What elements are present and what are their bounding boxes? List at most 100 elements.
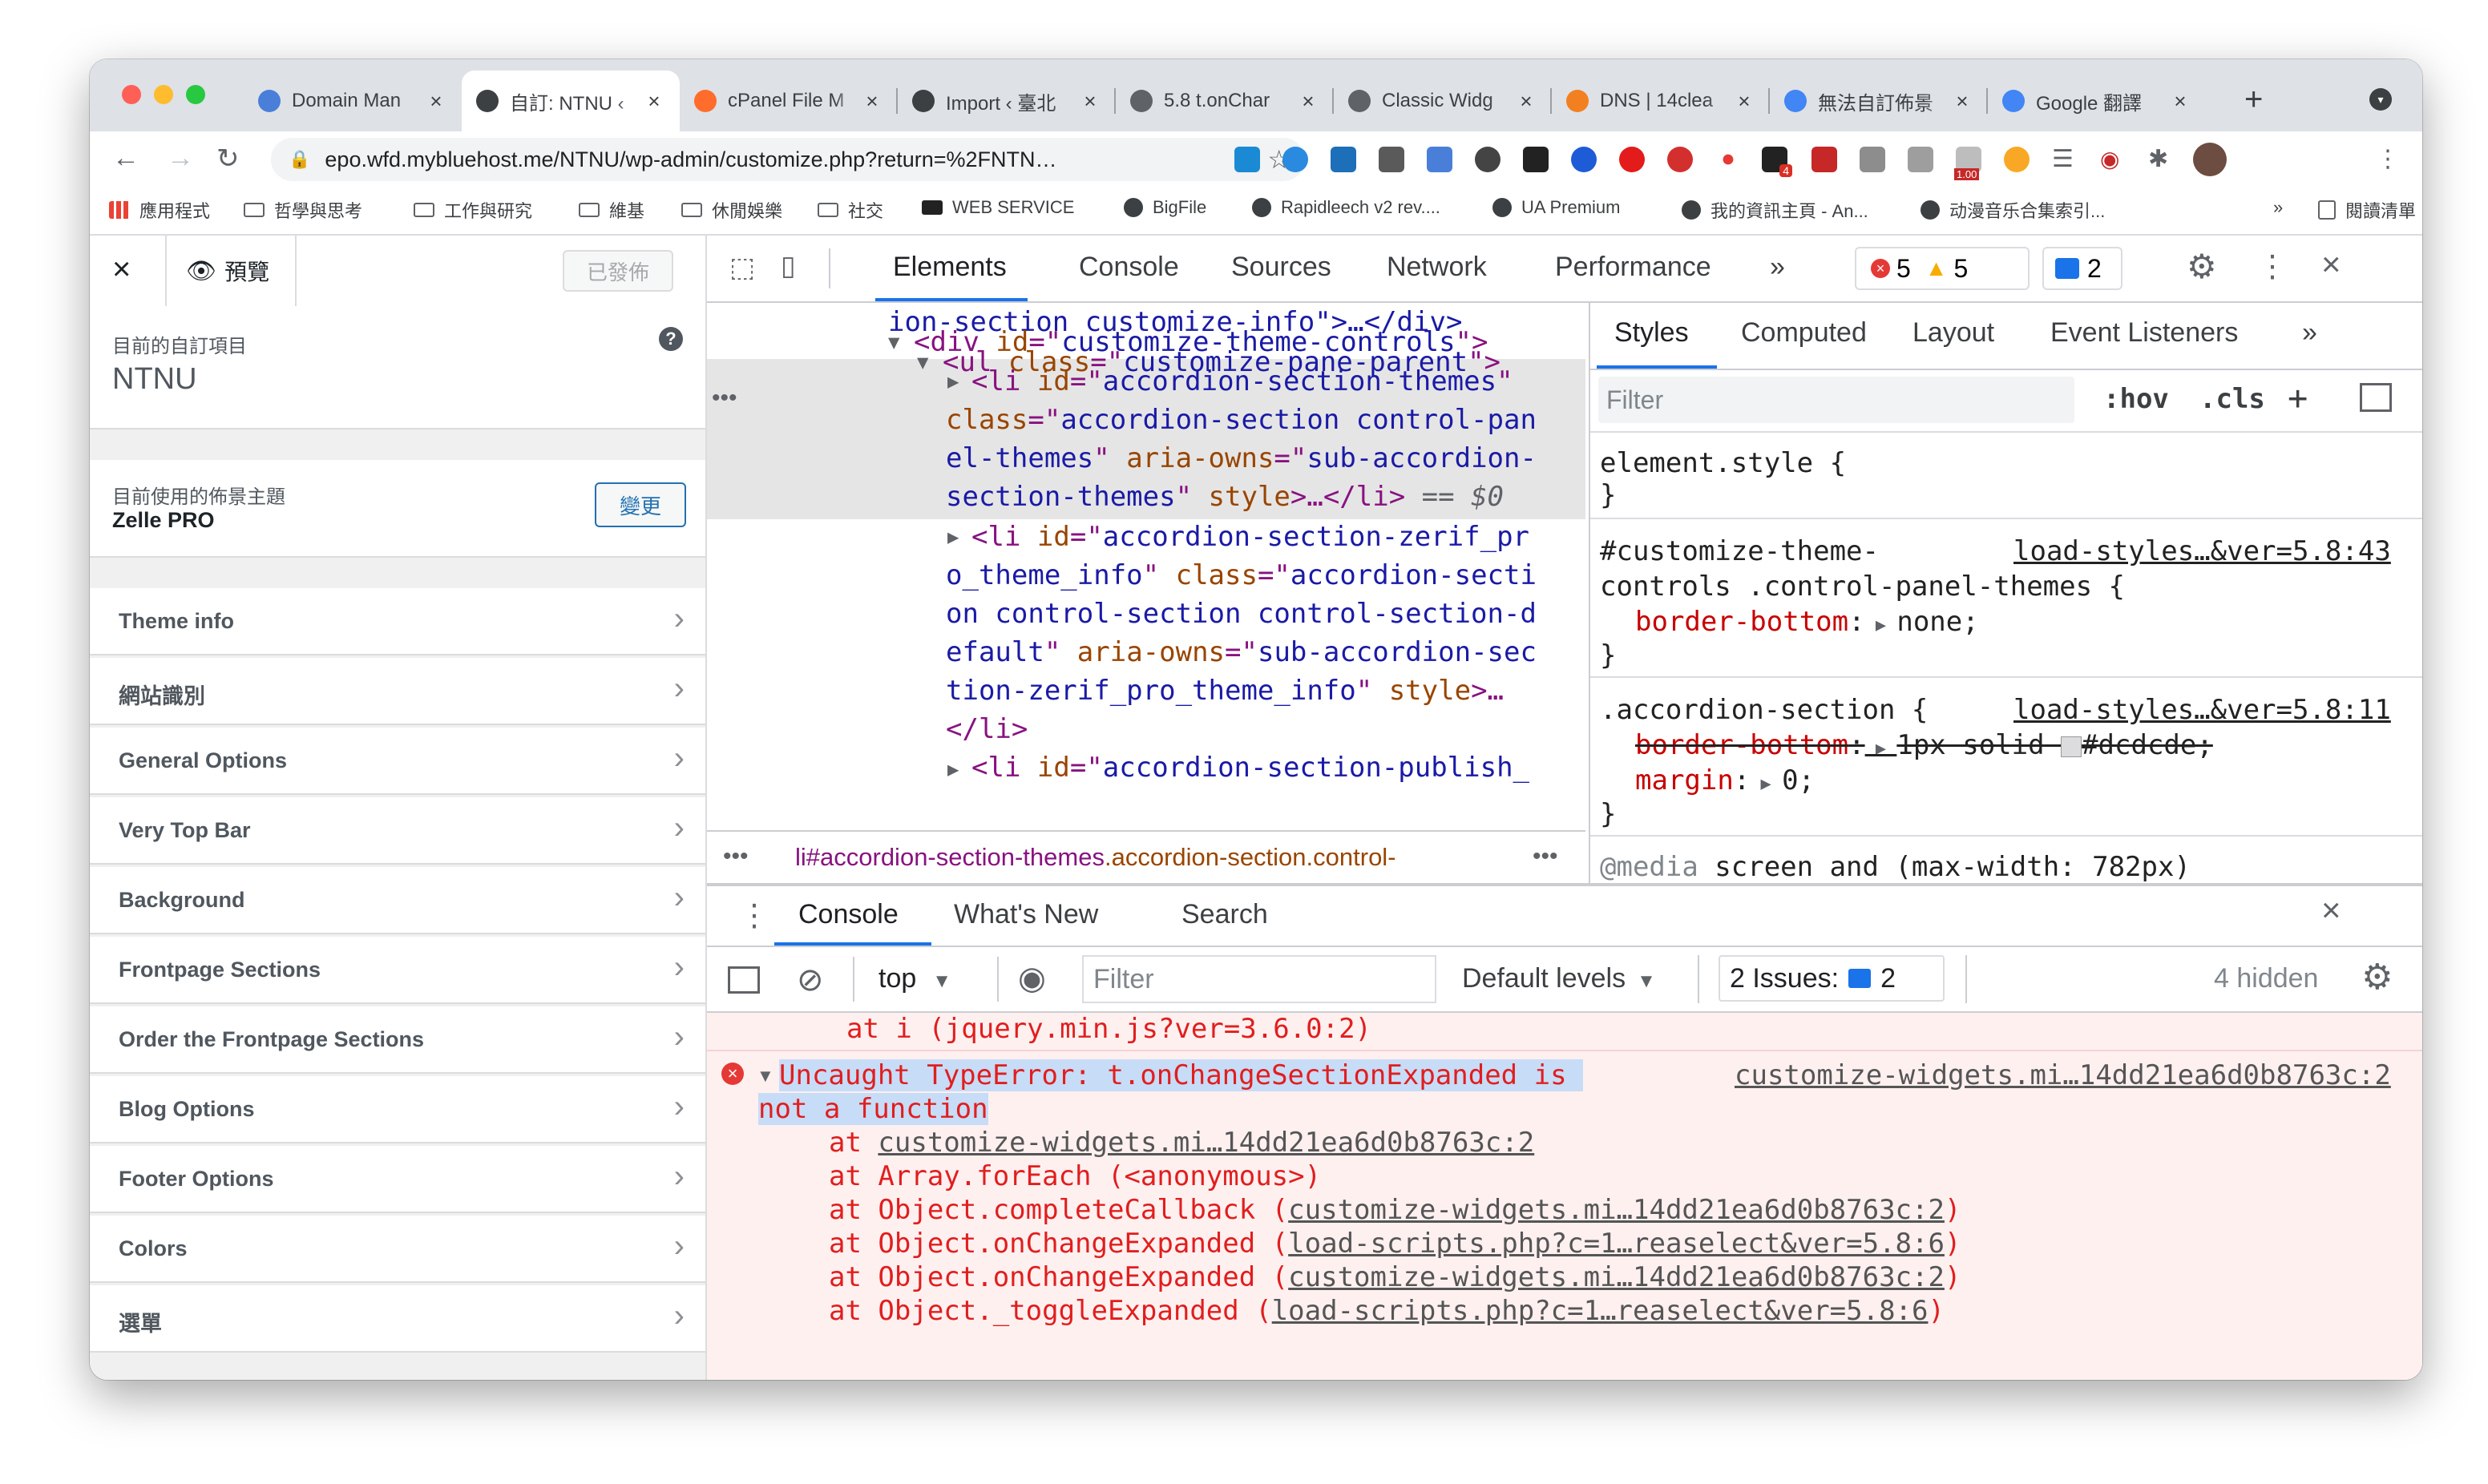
more-options-icon[interactable]: ⋮	[2257, 248, 2288, 284]
stack-link[interactable]: customize-widgets.mi…14dd21ea6d0b8763c:2	[878, 1127, 1534, 1159]
list-icon[interactable]: ☰	[2052, 147, 2078, 172]
style-declaration[interactable]: border-bottom: ▶ none;	[1635, 606, 1979, 638]
tab-styles[interactable]: Styles	[1614, 317, 1689, 349]
preview-toggle[interactable]: 👁 預覽	[186, 255, 269, 287]
shield-extension-icon[interactable]	[1811, 147, 1837, 172]
error-source-link[interactable]: customize-widgets.mi…14dd21ea6d0b8763c:2	[1735, 1059, 2391, 1091]
dom-line[interactable]: on control-section control-section-d	[946, 595, 1537, 634]
tab-close-icon[interactable]: ×	[643, 89, 665, 114]
console-settings-gear-icon[interactable]: ⚙	[2361, 957, 2393, 998]
tab-close-icon[interactable]: ×	[2169, 89, 2191, 114]
help-icon[interactable]: ?	[659, 327, 683, 351]
styles-filter-input[interactable]: Filter	[1598, 377, 2074, 423]
mail-extension-icon[interactable]: 4	[1762, 147, 1792, 177]
dom-line[interactable]: <li id="accordion-section-publish_	[971, 748, 1529, 788]
customizer-section-item[interactable]: 選單 ›	[90, 1285, 705, 1353]
customizer-section-item[interactable]: Frontpage Sections ›	[90, 937, 705, 1004]
more-tabs-icon[interactable]: »	[2302, 317, 2317, 349]
dom-line-selected[interactable]: <li id="accordion-section-themes"	[971, 362, 1513, 401]
context-selector[interactable]: top ▼	[878, 963, 951, 994]
error-message[interactable]: not a function	[758, 1093, 988, 1125]
customizer-section-item[interactable]: 網站識別 ›	[90, 658, 705, 725]
record-icon[interactable]	[1723, 154, 1734, 165]
bookmark-item[interactable]: 社交	[818, 197, 883, 223]
style-declaration[interactable]: margin: ▶ 0;	[1635, 764, 1815, 796]
bookmark-item[interactable]: 动漫音乐合集索引...	[1921, 197, 2105, 223]
breadcrumb-more-icon[interactable]: •••	[1533, 843, 1558, 870]
browser-tab[interactable]: cPanel File M ×	[680, 71, 898, 131]
tab-close-icon[interactable]: ×	[861, 89, 883, 114]
sidebar-toggle-icon[interactable]	[728, 966, 760, 994]
extension-icon[interactable]	[1234, 147, 1260, 172]
reload-icon[interactable]: ↻	[216, 143, 240, 175]
customizer-section-item[interactable]: Footer Options ›	[90, 1146, 705, 1213]
address-bar[interactable]: 🔒 epo.wfd.mybluehost.me/NTNU/wp-admin/cu…	[271, 138, 1305, 181]
image-extension-icon[interactable]	[1860, 147, 1885, 172]
customizer-section-item[interactable]: Colors ›	[90, 1216, 705, 1283]
style-selector[interactable]: element.style {	[1600, 447, 1846, 479]
bookmark-item[interactable]: 哲學與思考	[244, 197, 362, 223]
clear-console-icon[interactable]: ⊘	[797, 962, 824, 998]
translate-extension-icon[interactable]	[1427, 147, 1452, 172]
tab-close-icon[interactable]: ×	[1733, 89, 1755, 114]
tab-close-icon[interactable]: ×	[1951, 89, 1973, 114]
minimize-window-button[interactable]	[154, 85, 173, 104]
browser-tab[interactable]: Classic Widg ×	[1334, 71, 1552, 131]
issues-counter[interactable]: 2	[2042, 247, 2122, 290]
close-drawer-icon[interactable]: ×	[2321, 891, 2341, 930]
dom-line[interactable]: </li>	[946, 710, 1028, 749]
browser-tab[interactable]: 5.8 t.onChar ×	[1116, 71, 1334, 131]
browser-tab[interactable]: Import ‹ 臺北 ×	[898, 71, 1116, 131]
puzzle-icon[interactable]: ✱	[2148, 147, 2174, 172]
bookmark-item[interactable]: 休閒娛樂	[681, 197, 782, 223]
style-source-link[interactable]: load-styles…&ver=5.8:43	[2013, 535, 2391, 567]
bookmarks-more-button[interactable]: »	[2273, 197, 2283, 218]
collapse-arrow-icon[interactable]: ▶	[947, 750, 959, 789]
tab-close-icon[interactable]: ×	[1297, 89, 1319, 114]
expand-arrow-icon[interactable]: ▼	[757, 1066, 774, 1087]
stack-link[interactable]: customize-widgets.mi…14dd21ea6d0b8763c:2	[1288, 1261, 1945, 1293]
reading-list-button[interactable]: 閱讀清單	[2318, 197, 2416, 223]
drawer-tab-console[interactable]: Console	[798, 899, 899, 930]
dom-line-selected[interactable]: class="accordion-section control-pan	[946, 401, 1537, 440]
back-icon[interactable]: ←	[112, 143, 139, 174]
avatar[interactable]	[2193, 143, 2227, 176]
issues-button[interactable]: 2 Issues: 2	[1719, 955, 1945, 1002]
extension-icon[interactable]	[1379, 147, 1404, 172]
customizer-section-item[interactable]: Background ›	[90, 867, 705, 934]
dom-line[interactable]: o_theme_info" class="accordion-secti	[946, 556, 1537, 595]
forward-icon[interactable]: →	[167, 143, 194, 174]
tab-sources[interactable]: Sources	[1231, 252, 1331, 283]
cls-toggle[interactable]: .cls	[2199, 383, 2265, 415]
bookmark-item[interactable]: BigFile	[1124, 197, 1206, 218]
style-selector[interactable]: #customize-theme-	[1600, 535, 1879, 567]
more-tabs-icon[interactable]: »	[1770, 252, 1785, 283]
opera-extension-icon[interactable]	[1619, 147, 1645, 172]
tab-close-icon[interactable]: ×	[425, 89, 447, 114]
close-window-button[interactable]	[122, 85, 141, 104]
browser-tab[interactable]: DNS | 14clea ×	[1552, 71, 1770, 131]
breadcrumb-item[interactable]: li#accordion-section-themes.accordion-se…	[795, 843, 1396, 872]
dom-line-selected[interactable]: el-themes" aria-owns="sub-accordion-	[946, 439, 1537, 478]
extension-icon[interactable]: 1.00	[1954, 147, 1981, 180]
drawer-menu-icon[interactable]: ⋮	[739, 897, 769, 934]
bookmark-item[interactable]: 應用程式	[109, 197, 210, 223]
browser-tab[interactable]: Google 翻譯 ×	[1988, 71, 2206, 131]
extension-icon[interactable]	[1475, 147, 1500, 172]
eye-extension-icon[interactable]: ◉	[2100, 147, 2126, 172]
tab-elements[interactable]: Elements	[893, 252, 1007, 283]
hov-toggle[interactable]: :hov	[2103, 383, 2169, 415]
inspect-element-icon[interactable]: ⬚	[729, 252, 755, 284]
stack-link[interactable]: load-scripts.php?c=1…reaselect&ver=5.8:6	[1288, 1228, 1945, 1260]
dom-line[interactable]: efault" aria-owns="sub-accordion-sec	[946, 633, 1537, 672]
drawer-tab-whats-new[interactable]: What's New	[954, 899, 1098, 930]
maximize-window-button[interactable]	[186, 85, 205, 104]
extension-icon[interactable]	[2004, 147, 2030, 172]
bookmark-item[interactable]: WEB SERVICE	[922, 197, 1074, 218]
error-message[interactable]: Uncaught TypeError: t.onChangeSectionExp…	[779, 1059, 1584, 1091]
stack-link[interactable]: customize-widgets.mi…14dd21ea6d0b8763c:2	[1288, 1194, 1945, 1226]
browser-tab[interactable]: Domain Man ×	[244, 71, 462, 131]
tab-network[interactable]: Network	[1387, 252, 1487, 283]
customizer-section-item[interactable]: Order the Frontpage Sections ›	[90, 1006, 705, 1074]
error-warning-counter[interactable]: × 5 ▲ 5	[1855, 247, 2030, 290]
